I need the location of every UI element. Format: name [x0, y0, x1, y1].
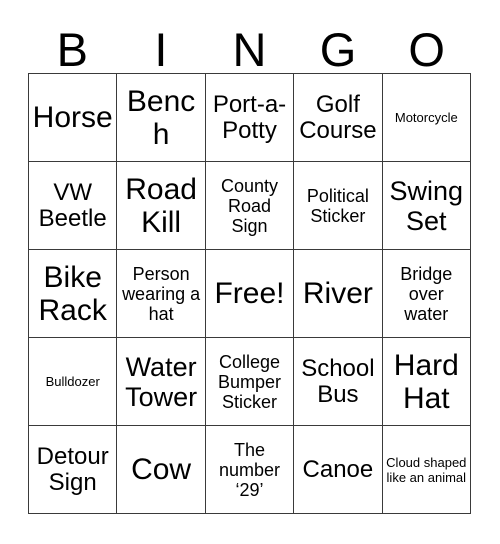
bingo-cell-label: Bulldozer — [45, 374, 100, 389]
bingo-cell-free-space[interactable]: Free! — [205, 250, 295, 338]
bingo-card: B I N G O Horse Bench Port-a-Potty Golf … — [0, 0, 500, 544]
bingo-header-row: B I N G O — [28, 14, 471, 73]
bingo-cell-o4[interactable]: Hard Hat — [382, 338, 471, 426]
bingo-cell-label: Cloud shaped like an animal — [386, 454, 467, 485]
bingo-cell-label: Political Sticker — [306, 185, 369, 226]
bingo-cell-g1[interactable]: Golf Course — [294, 74, 383, 162]
bingo-cell-label: College Bumper Sticker — [217, 351, 281, 412]
bingo-cell-label: Detour Sign — [36, 442, 109, 496]
bingo-cell-label: Free! — [214, 277, 285, 310]
bingo-cell-label: Person wearing a hat — [122, 263, 201, 324]
bingo-cell-i1[interactable]: Bench — [117, 74, 206, 162]
header-letter-b: B — [56, 23, 88, 76]
bingo-cell-g4[interactable]: School Bus — [294, 338, 383, 426]
bingo-cell-b1[interactable]: Horse — [29, 74, 118, 162]
bingo-cell-b5[interactable]: Detour Sign — [29, 426, 118, 514]
bingo-cell-label: Swing Set — [389, 175, 464, 236]
bingo-cell-n5[interactable]: The number ‘29’ — [205, 426, 295, 514]
bingo-cell-b2[interactable]: VW Beetle — [29, 162, 118, 250]
header-letter-n: N — [232, 23, 267, 76]
header-letter-i: I — [154, 23, 168, 76]
bingo-cell-g2[interactable]: Political Sticker — [294, 162, 383, 250]
bingo-cell-o2[interactable]: Swing Set — [382, 162, 471, 250]
bingo-cell-label: Motorcycle — [394, 110, 458, 125]
bingo-cell-i2[interactable]: Road Kill — [117, 162, 206, 250]
bingo-cell-g5[interactable]: Canoe — [294, 426, 383, 514]
bingo-cell-label: Golf Course — [299, 90, 377, 144]
bingo-cell-label: Road Kill — [125, 172, 197, 239]
bingo-cell-label: Bike Rack — [38, 260, 107, 327]
bingo-grid: Horse Bench Port-a-Potty Golf Course Mot… — [28, 73, 471, 514]
bingo-cell-label: Bench — [126, 84, 196, 151]
bingo-cell-i3[interactable]: Person wearing a hat — [117, 250, 206, 338]
bingo-cell-o1[interactable]: Motorcycle — [382, 74, 471, 162]
bingo-cell-label: County Road Sign — [220, 175, 279, 236]
bingo-cell-n4[interactable]: College Bumper Sticker — [205, 338, 295, 426]
bingo-cell-b4[interactable]: Bulldozer — [29, 338, 118, 426]
bingo-cell-label: River — [302, 277, 373, 310]
bingo-cell-i4[interactable]: Water Tower — [117, 338, 206, 426]
bingo-cell-b3[interactable]: Bike Rack — [29, 250, 118, 338]
bingo-cell-n1[interactable]: Port-a-Potty — [205, 74, 295, 162]
bingo-cell-label: Hard Hat — [393, 348, 459, 415]
bingo-cell-n2[interactable]: County Road Sign — [205, 162, 295, 250]
bingo-cell-label: Canoe — [302, 455, 374, 483]
bingo-cell-label: VW Beetle — [38, 178, 107, 232]
bingo-cell-o5[interactable]: Cloud shaped like an animal — [382, 426, 471, 514]
bingo-cell-label: Cow — [131, 453, 192, 486]
bingo-cell-o3[interactable]: Bridge over water — [382, 250, 471, 338]
bingo-cell-g3[interactable]: River — [294, 250, 383, 338]
header-letter-g: G — [319, 23, 357, 76]
header-letter-o: O — [408, 23, 445, 76]
bingo-cell-label: School Bus — [301, 354, 375, 408]
bingo-cell-i5[interactable]: Cow — [117, 426, 206, 514]
bingo-cell-label: The number ‘29’ — [218, 439, 280, 500]
bingo-cell-label: Horse — [32, 101, 113, 134]
bingo-cell-label: Bridge over water — [400, 263, 453, 324]
bingo-cell-label: Water Tower — [125, 351, 198, 412]
bingo-cell-label: Port-a-Potty — [212, 90, 287, 144]
